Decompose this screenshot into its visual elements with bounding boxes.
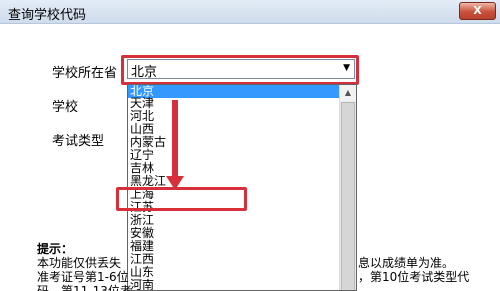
scrollbar-thumb[interactable] [341, 102, 355, 290]
province-select-highlight [121, 55, 359, 85]
shanghai-highlight-box [116, 187, 247, 211]
window-title: 查询学校代码 [8, 8, 87, 23]
tips-line-2-right: ，第10位考试类型代 [358, 270, 470, 284]
close-button[interactable]: X [459, 2, 496, 20]
scroll-up-icon[interactable]: ▲ [340, 85, 356, 101]
title-bar: 查询学校代码 X [0, 0, 500, 24]
dropdown-item[interactable]: 北京 [128, 85, 340, 98]
exam-type-label: 考试类型 [52, 134, 105, 149]
school-label: 学校 [52, 100, 79, 115]
tips-line-3-left: 码，第11-13位考 [37, 284, 132, 291]
dropdown-scrollbar[interactable]: ▲ [339, 85, 356, 290]
red-arrow-shaft [172, 100, 178, 180]
province-label: 学校所在省 [52, 66, 118, 81]
dropdown-item[interactable]: 河南 [130, 279, 154, 291]
